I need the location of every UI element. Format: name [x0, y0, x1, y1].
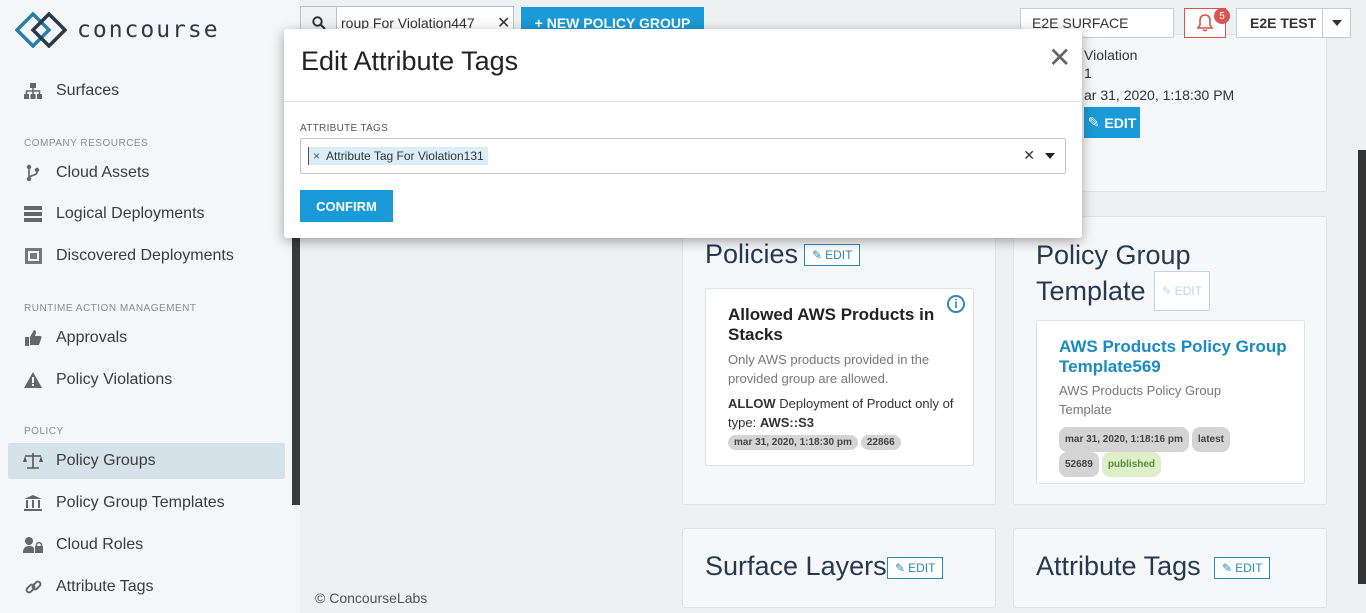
confirm-button[interactable]: CONFIRM — [300, 190, 393, 222]
attribute-tags-label: ATTRIBUTE TAGS — [300, 123, 389, 134]
remove-tag-icon[interactable]: × — [313, 149, 320, 163]
selected-tag[interactable]: × Attribute Tag For Violation131 — [308, 147, 488, 165]
attribute-tags-select[interactable]: × Attribute Tag For Violation131 ✕ — [300, 138, 1066, 174]
chevron-down-icon[interactable] — [1045, 153, 1055, 159]
modal-divider — [284, 101, 1082, 102]
clear-all-icon[interactable]: ✕ — [1023, 147, 1035, 164]
edit-attribute-tags-modal: Edit Attribute Tags ✕ ATTRIBUTE TAGS × A… — [284, 29, 1082, 238]
close-icon[interactable]: ✕ — [1048, 41, 1071, 74]
selected-tag-label: Attribute Tag For Violation131 — [326, 149, 484, 163]
modal-title: Edit Attribute Tags — [301, 46, 519, 76]
